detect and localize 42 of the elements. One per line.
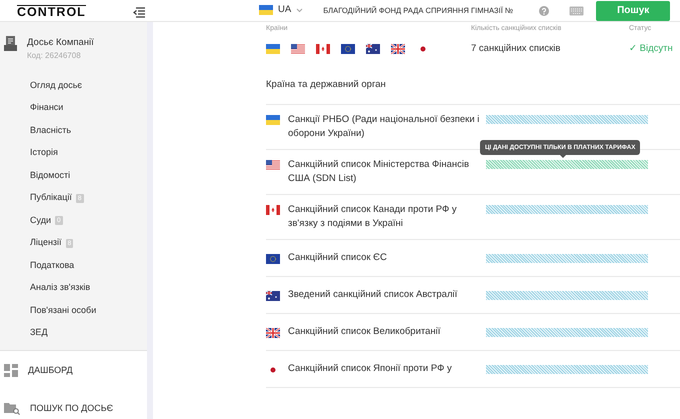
section-heading: Країна та державний орган [266, 56, 680, 105]
sidebar-item[interactable]: Фінанси [30, 101, 64, 115]
sanction-list-name: Санкції РНБО (Ради національної безпеки і оборони України) [287, 113, 480, 141]
sanction-list-name: Санкційний список ЄС [287, 251, 388, 265]
dossier-title[interactable]: Досьє Компанії [27, 36, 94, 50]
sidebar-item[interactable]: Огляд досьє [30, 78, 82, 92]
sidebar-item[interactable]: Відомості [30, 168, 70, 182]
sanction-list-name: Санкційний список Міністерства Фінансів США (SDN List) [287, 158, 470, 186]
sanctions-count: 7 санкційних списків [471, 42, 562, 56]
sidebar-item[interactable]: Пов'язані особи [30, 304, 96, 318]
hidden-data-bar[interactable] [486, 328, 648, 337]
status-text: ✓ Відсутн [629, 42, 673, 56]
company-code: Код: 26246708 [27, 50, 82, 62]
sanction-list-name: Санкційний список Японії проти РФ у [287, 362, 453, 376]
sidebar-item[interactable]: ПОШУК ПО ДОСЬЄ [30, 402, 114, 415]
dashboard-icon [4, 364, 18, 377]
help-icon[interactable] [539, 6, 550, 16]
sidebar-item[interactable]: Історія [30, 146, 58, 160]
sanction-list-name: Санкційний список Великобританії [287, 325, 442, 339]
caret-icon [296, 8, 304, 13]
folder-search-icon [4, 401, 20, 416]
sidebar-item[interactable]: ДАШБОРД [28, 364, 73, 377]
menu-collapse-icon[interactable] [133, 7, 145, 18]
hidden-data-bar[interactable] [486, 205, 648, 214]
sidebar-item[interactable]: Суди [30, 214, 51, 228]
document-icon [4, 36, 17, 51]
sidebar-item[interactable]: Власність [30, 124, 72, 138]
sanction-list-name: Зведений санкційний список Австралії [287, 288, 458, 302]
sidebar-item[interactable]: Публікації [30, 191, 72, 205]
sidebar-item[interactable]: ЗЕД [30, 326, 48, 340]
hidden-data-bar[interactable] [486, 160, 648, 169]
keyboard-icon[interactable] [569, 6, 584, 16]
hidden-data-bar[interactable] [486, 291, 648, 300]
logo[interactable]: CONTROL [17, 4, 86, 18]
sanction-list-name: Санкційний список Канади проти РФ у зв'язку з подіями в Україні [287, 203, 458, 231]
country-dropdown[interactable]: UA [253, 0, 310, 20]
hidden-data-bar[interactable] [486, 115, 648, 124]
hidden-data-bar[interactable] [486, 254, 648, 263]
hidden-data-bar[interactable] [486, 365, 648, 374]
sidebar-item[interactable]: Податкова [30, 258, 74, 272]
sidebar-item[interactable]: Ліцензії [30, 236, 62, 250]
sidebar-item[interactable]: Аналіз зв'язків [30, 281, 90, 295]
